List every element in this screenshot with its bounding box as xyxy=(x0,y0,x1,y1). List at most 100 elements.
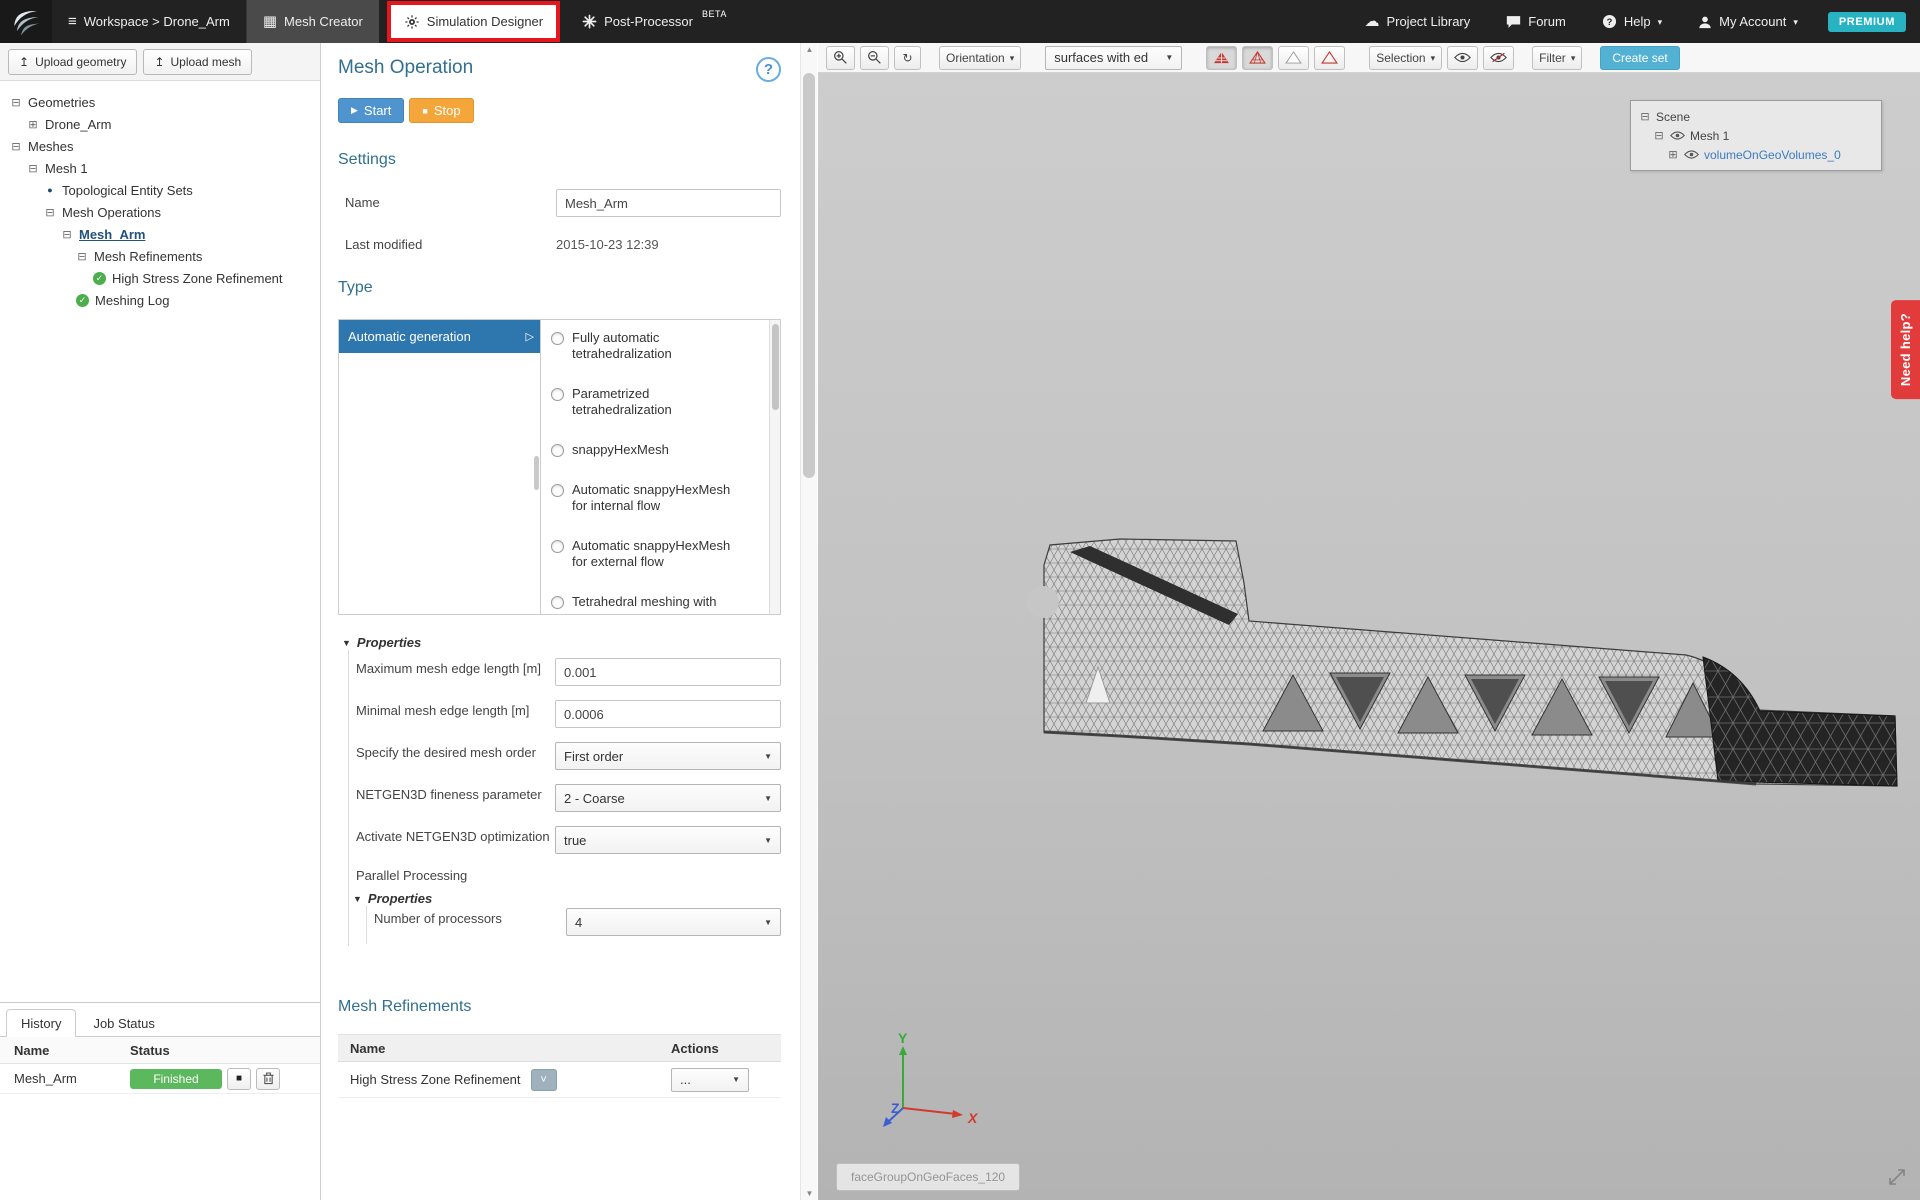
scroll-up-arrow[interactable]: ▲ xyxy=(801,45,818,54)
workspace-menu[interactable]: ≡ Workspace > Drone_Arm xyxy=(52,0,247,43)
scene-tree-item-volume[interactable]: ⊞ volumeOnGeoVolumes_0 xyxy=(1639,145,1873,164)
radio-icon[interactable] xyxy=(551,596,564,609)
processors-select[interactable]: 4 ▼ xyxy=(566,908,781,936)
refinement-actions-select[interactable]: ... ▼ xyxy=(671,1068,749,1092)
tree-label: Mesh Refinements xyxy=(94,249,202,264)
stop-button[interactable]: ■ Stop xyxy=(409,98,473,123)
need-help-tab[interactable]: Need help? xyxy=(1891,300,1920,399)
radio-tetrahedral-meshing-with[interactable]: Tetrahedral meshing with xyxy=(551,594,765,610)
radio-snappyhexmesh[interactable]: snappyHexMesh xyxy=(551,442,765,458)
orientation-button[interactable]: Orientation ▾ xyxy=(939,46,1021,70)
my-account-menu[interactable]: My Account ▾ xyxy=(1682,0,1814,43)
delete-job-button[interactable] xyxy=(256,1068,280,1090)
3d-viewport[interactable]: ⊟ Scene ⊟ Mesh 1 ⊞ volumeOnGeoVolumes_0 xyxy=(818,73,1920,1200)
tree-item-mesh-arm[interactable]: ⊟ Mesh_Arm xyxy=(0,223,320,245)
processors-label: Number of processors xyxy=(374,908,566,927)
tree-item-meshes[interactable]: ⊟ Meshes xyxy=(0,135,320,157)
collapse-icon[interactable]: ⊟ xyxy=(10,140,22,153)
show-selected-button[interactable] xyxy=(1447,46,1478,70)
max-edge-length-input[interactable] xyxy=(555,658,781,686)
tree-item-high-stress-zone-refinement[interactable]: ✓ High Stress Zone Refinement xyxy=(0,267,320,289)
radio-automatic-snappyhexmesh-internal[interactable]: Automatic snappyHexMesh for internal flo… xyxy=(551,482,765,514)
render-mode-select[interactable]: surfaces with ed ▼ xyxy=(1045,46,1182,70)
outline-toggle-button[interactable] xyxy=(1314,46,1345,70)
top-navigation-bar: ≡ Workspace > Drone_Arm ▦ Mesh Creator S… xyxy=(0,0,1920,43)
type-option-scrollbar[interactable] xyxy=(769,320,780,614)
tab-post-processor[interactable]: Post-Processor BETA xyxy=(566,0,741,43)
collapse-icon[interactable]: ⊟ xyxy=(44,206,56,219)
expand-refinement-button[interactable]: ˅ xyxy=(531,1069,557,1091)
upload-mesh-button[interactable]: ↥ Upload mesh xyxy=(143,49,252,75)
my-account-label: My Account xyxy=(1719,14,1786,29)
tree-item-mesh-refinements[interactable]: ⊟ Mesh Refinements xyxy=(0,245,320,267)
properties-section-header[interactable]: ▼ Properties xyxy=(338,635,781,650)
simscale-logo-icon xyxy=(11,7,41,37)
help-menu[interactable]: ? Help ▾ xyxy=(1586,0,1678,43)
start-button[interactable]: ▶ Start xyxy=(338,98,404,123)
scene-tree-item-scene[interactable]: ⊟ Scene xyxy=(1639,107,1873,126)
render-mode-value: surfaces with ed xyxy=(1054,50,1148,65)
simscale-logo[interactable] xyxy=(0,0,52,43)
forum-button[interactable]: Forum xyxy=(1490,0,1582,43)
collapse-icon[interactable]: ⊟ xyxy=(10,96,22,109)
help-button[interactable]: ? xyxy=(756,57,781,82)
collapse-icon[interactable]: ⊟ xyxy=(61,228,73,241)
radio-fully-automatic-tetrahedralization[interactable]: Fully automatic tetrahedralization xyxy=(551,330,765,362)
surface-only-toggle-button[interactable] xyxy=(1278,46,1309,70)
filter-button[interactable]: Filter ▾ xyxy=(1532,46,1582,70)
chevron-down-icon: ▼ xyxy=(764,918,772,927)
parallel-properties-header[interactable]: ▼ Properties xyxy=(349,891,781,906)
expand-icon[interactable]: ⊞ xyxy=(27,118,39,131)
min-edge-length-input[interactable] xyxy=(555,700,781,728)
collapse-icon[interactable]: ⊟ xyxy=(27,162,39,175)
tab-mesh-creator[interactable]: ▦ Mesh Creator xyxy=(247,0,379,43)
radio-icon[interactable] xyxy=(551,444,564,457)
radio-icon[interactable] xyxy=(551,484,564,497)
type-category-automatic-generation[interactable]: Automatic generation ▷ xyxy=(339,320,540,353)
collapse-icon[interactable]: ⊟ xyxy=(1639,110,1651,123)
tab-simulation-designer[interactable]: Simulation Designer xyxy=(391,5,556,38)
scrollbar-thumb[interactable] xyxy=(803,73,815,478)
category-list-scrollbar[interactable] xyxy=(534,456,539,490)
collapse-icon[interactable]: ⊟ xyxy=(1653,129,1665,142)
scroll-down-arrow[interactable]: ▼ xyxy=(801,1189,818,1198)
create-set-button[interactable]: Create set xyxy=(1600,46,1679,70)
fineness-select[interactable]: 2 - Coarse ▼ xyxy=(555,784,781,812)
refresh-view-button[interactable]: ↻ xyxy=(894,46,921,70)
scrollbar-thumb[interactable] xyxy=(772,324,779,410)
upload-geometry-button[interactable]: ↥ Upload geometry xyxy=(8,49,137,75)
min-edge-length-label: Minimal mesh edge length [m] xyxy=(356,700,555,719)
tree-item-mesh-1[interactable]: ⊟ Mesh 1 xyxy=(0,157,320,179)
project-library-button[interactable]: ☁ Project Library xyxy=(1348,0,1486,43)
tree-item-topological-entity-sets[interactable]: ● Topological Entity Sets xyxy=(0,179,320,201)
stop-job-button[interactable]: ■ xyxy=(227,1068,251,1090)
zoom-in-button[interactable] xyxy=(826,46,855,70)
tab-job-status[interactable]: Job Status xyxy=(78,1009,169,1037)
mesh-surface-toggle-button[interactable] xyxy=(1206,46,1237,70)
fullscreen-icon[interactable] xyxy=(1888,1168,1906,1186)
radio-parametrized-tetrahedralization[interactable]: Parametrized tetrahedralization xyxy=(551,386,765,418)
radio-automatic-snappyhexmesh-external[interactable]: Automatic snappyHexMesh for external flo… xyxy=(551,538,765,570)
name-input[interactable] xyxy=(556,189,781,217)
optimization-select[interactable]: true ▼ xyxy=(555,826,781,854)
hide-selected-button[interactable] xyxy=(1483,46,1514,70)
eye-icon[interactable] xyxy=(1670,131,1685,140)
triangle-down-icon: ▼ xyxy=(353,894,362,904)
radio-icon[interactable] xyxy=(551,332,564,345)
tree-item-drone-arm[interactable]: ⊞ Drone_Arm xyxy=(0,113,320,135)
expand-icon[interactable]: ⊞ xyxy=(1667,148,1679,161)
zoom-out-button[interactable] xyxy=(860,46,889,70)
mesh-wireframe-toggle-button[interactable] xyxy=(1242,46,1273,70)
selection-button[interactable]: Selection ▾ xyxy=(1369,46,1442,70)
tab-history[interactable]: History xyxy=(6,1009,76,1037)
center-panel-scrollbar[interactable]: ▲ ▼ xyxy=(800,43,817,1200)
radio-icon[interactable] xyxy=(551,540,564,553)
collapse-icon[interactable]: ⊟ xyxy=(76,250,88,263)
mesh-order-select[interactable]: First order ▼ xyxy=(555,742,781,770)
tree-item-meshing-log[interactable]: ✓ Meshing Log xyxy=(0,289,320,311)
radio-icon[interactable] xyxy=(551,388,564,401)
tree-item-geometries[interactable]: ⊟ Geometries xyxy=(0,91,320,113)
scene-tree-item-mesh-1[interactable]: ⊟ Mesh 1 xyxy=(1639,126,1873,145)
tree-item-mesh-operations[interactable]: ⊟ Mesh Operations xyxy=(0,201,320,223)
eye-icon[interactable] xyxy=(1684,150,1699,159)
